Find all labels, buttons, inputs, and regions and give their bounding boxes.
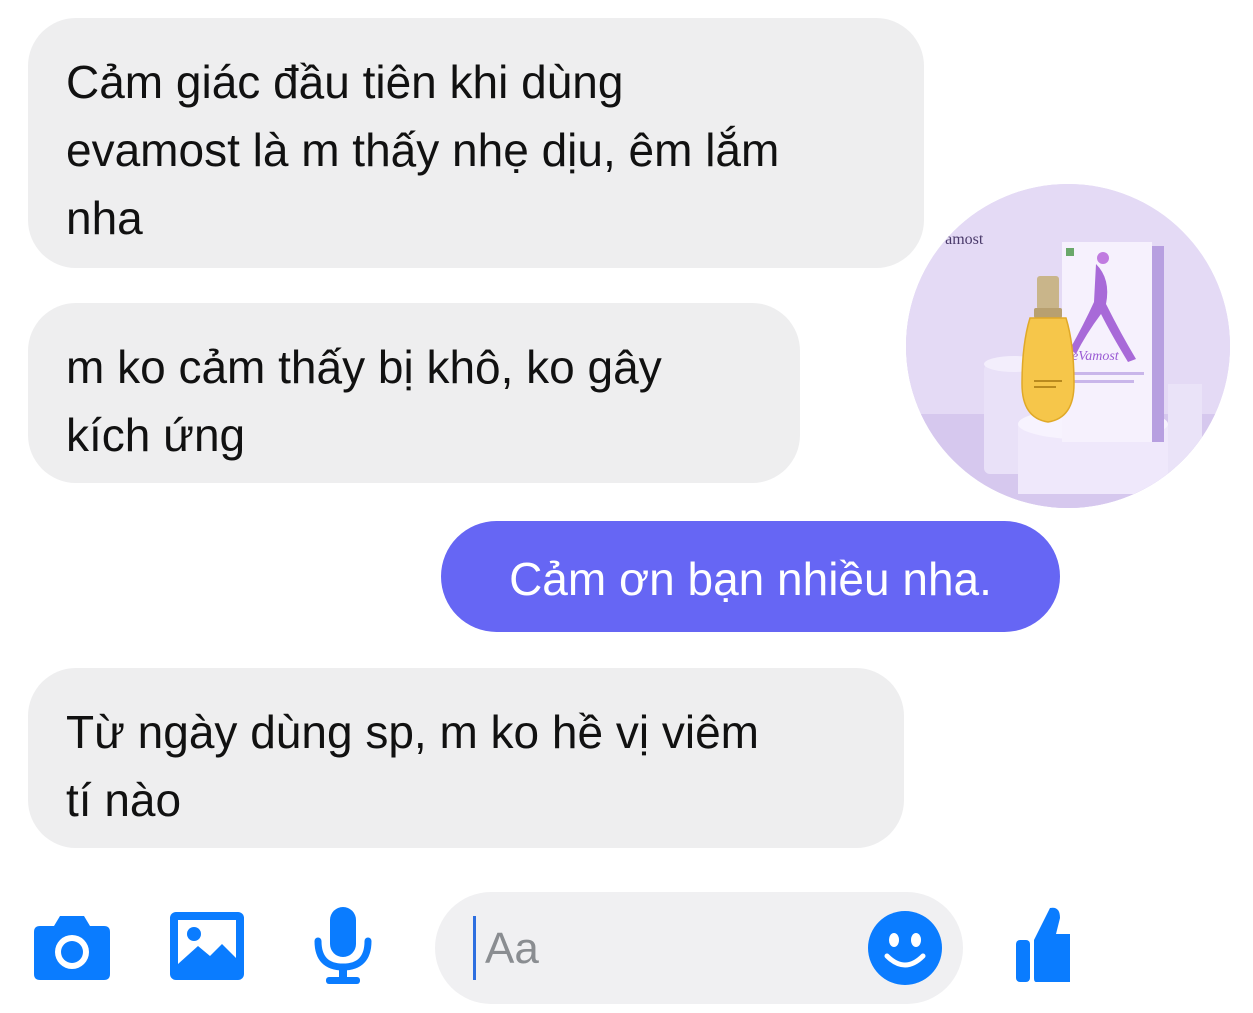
message-input[interactable]: Aa <box>435 892 963 1004</box>
photo-brand-text: evamost <box>930 231 984 248</box>
gallery-icon[interactable] <box>168 910 246 982</box>
outgoing-message-bubble[interactable]: Cảm ơn bạn nhiều nha. <box>441 521 1060 632</box>
message-text: Cảm ơn bạn nhiều nha. <box>509 553 992 605</box>
text-cursor <box>473 916 476 980</box>
message-input-placeholder: Aa <box>485 924 539 973</box>
message-text-line: m ko cảm thấy bị khô, ko gây <box>66 341 662 393</box>
microphone-icon[interactable] <box>312 905 374 985</box>
incoming-message-bubble[interactable]: Từ ngày dùng sp, m ko hề vị viêm tí nào <box>28 668 904 848</box>
message-text-line: kích ứng <box>66 409 246 461</box>
message-text-line: Từ ngày dùng sp, m ko hề vị viêm <box>66 706 759 758</box>
like-icon[interactable] <box>1014 904 1070 984</box>
incoming-message-bubble[interactable]: m ko cảm thấy bị khô, ko gây kích ứng <box>28 303 800 483</box>
box-brand-text: eVamost <box>1072 349 1120 364</box>
message-text-line: Cảm giác đầu tiên khi dùng <box>66 56 624 108</box>
emoji-icon[interactable] <box>867 910 943 986</box>
message-text-line: evamost là m thấy nhẹ dịu, êm lắm <box>66 124 780 176</box>
product-photo[interactable]: eVamost evamost <box>906 184 1230 508</box>
camera-icon[interactable] <box>32 910 112 982</box>
message-text-line: tí nào <box>66 774 182 826</box>
incoming-message-bubble[interactable]: Cảm giác đầu tiên khi dùng evamost là m … <box>28 18 924 268</box>
message-text-line: nha <box>66 192 143 244</box>
